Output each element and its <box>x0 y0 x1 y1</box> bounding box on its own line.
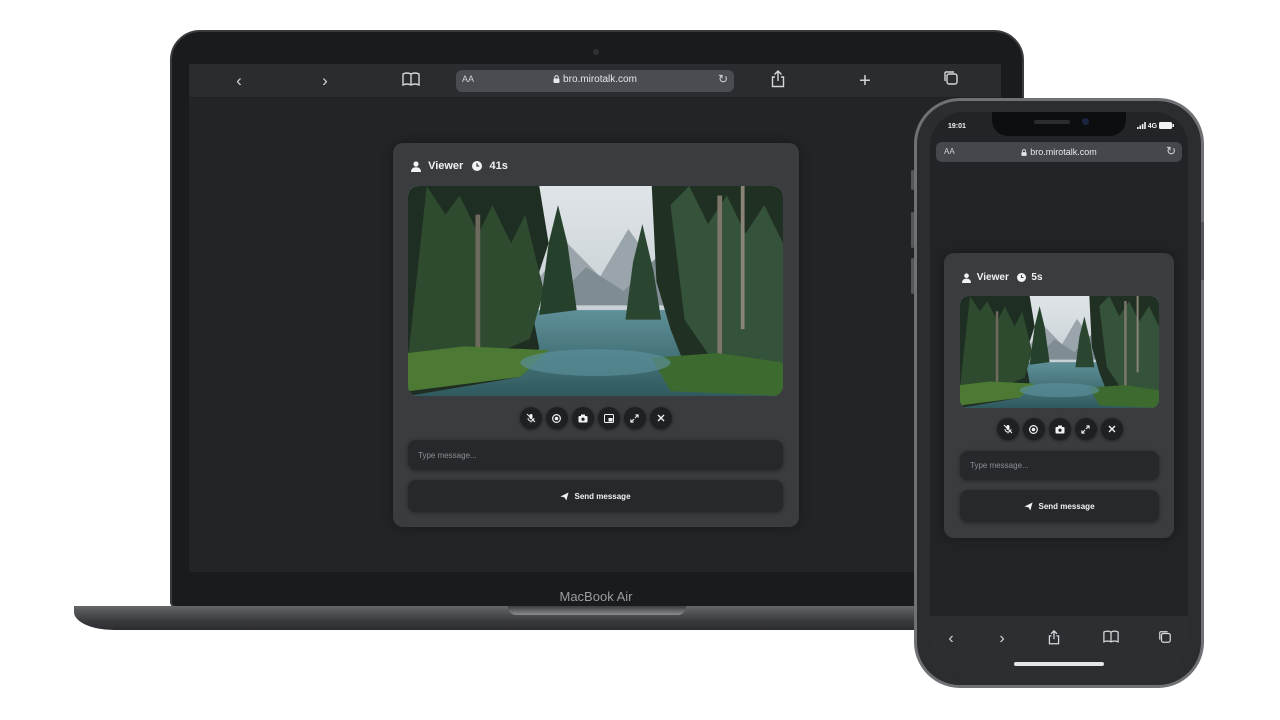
record-icon <box>552 413 561 423</box>
clock-icon <box>1016 273 1026 282</box>
laptop-brand: MacBook Air <box>559 589 633 604</box>
phone-notch <box>992 112 1126 136</box>
status-indicators: 4G <box>1136 122 1174 130</box>
phone-reload-icon[interactable]: ↻ <box>1166 144 1176 158</box>
phone-send-message-button[interactable]: Send message <box>960 490 1159 522</box>
send-icon <box>1024 501 1034 511</box>
lock-icon <box>553 75 560 83</box>
url-label: bro.mirotalk.com <box>563 74 637 85</box>
phone-record-button[interactable] <box>1022 418 1045 440</box>
picture-in-picture-button[interactable] <box>597 407 620 429</box>
expand-icon <box>1081 424 1090 434</box>
snapshot-button[interactable] <box>571 407 594 429</box>
network-label: 4G <box>1147 123 1158 130</box>
phone-bottom-toolbar: ‹ › <box>930 616 1188 674</box>
browser-toolbar: ‹ › AA bro.mirotalk.com ↻ + <box>189 64 1001 98</box>
status-time: 19:01 <box>948 123 966 130</box>
phone-mute-mic-button[interactable] <box>996 418 1019 440</box>
battery-icon <box>1159 122 1174 129</box>
camera-icon <box>578 414 587 422</box>
send-icon <box>560 491 570 501</box>
viewer-card: Viewer 41s Send message <box>393 143 799 527</box>
clock-icon <box>472 161 483 172</box>
phone-front-camera <box>1082 118 1089 125</box>
reload-icon[interactable]: ↻ <box>718 72 728 86</box>
phone-viewer-card: Viewer 5s Send message <box>944 253 1174 538</box>
phone-share-icon[interactable] <box>1042 629 1066 650</box>
phone-url-text: bro.mirotalk.com <box>936 147 1182 157</box>
send-message-button[interactable]: Send message <box>408 480 783 512</box>
url-text: bro.mirotalk.com <box>456 74 734 85</box>
close-icon <box>657 414 664 422</box>
mic-off-icon <box>1003 424 1012 434</box>
phone-video-controls <box>960 418 1159 440</box>
timer-label: 41s <box>489 160 508 173</box>
card-header: Viewer 41s <box>411 160 508 172</box>
phone-volume-up <box>911 212 914 248</box>
user-icon <box>962 272 971 283</box>
phone-fullscreen-button[interactable] <box>1074 418 1097 440</box>
phone-address-bar[interactable]: AA bro.mirotalk.com ↻ <box>936 142 1182 162</box>
signal-icon <box>1136 122 1146 129</box>
phone-bookmarks-icon[interactable] <box>1099 630 1123 648</box>
laptop-camera <box>593 49 599 55</box>
forward-button[interactable]: › <box>311 70 339 92</box>
lock-icon <box>1021 149 1027 156</box>
user-icon <box>411 160 421 172</box>
phone-back-button[interactable]: ‹ <box>939 630 963 648</box>
new-tab-button[interactable]: + <box>851 70 879 92</box>
home-indicator <box>1014 662 1104 666</box>
back-button[interactable]: ‹ <box>225 70 253 92</box>
phone-speaker <box>1034 120 1070 124</box>
phone-send-label: Send message <box>1038 501 1095 511</box>
phone-role-label: Viewer <box>976 272 1009 283</box>
expand-icon <box>630 413 639 423</box>
fullscreen-button[interactable] <box>623 407 646 429</box>
pip-icon <box>603 413 614 423</box>
phone-power-button <box>1201 222 1204 280</box>
phone-snapshot-button[interactable] <box>1048 418 1071 440</box>
close-button[interactable] <box>649 407 672 429</box>
message-input[interactable] <box>408 440 783 470</box>
mute-mic-button[interactable] <box>519 407 542 429</box>
phone-timer-label: 5s <box>1031 272 1043 283</box>
tabs-icon[interactable] <box>937 70 965 92</box>
send-label: Send message <box>574 491 631 501</box>
phone-silent-switch <box>911 170 914 190</box>
phone-message-input[interactable] <box>960 451 1159 480</box>
record-icon <box>1029 424 1038 434</box>
role-label: Viewer <box>428 160 464 173</box>
phone-url-label: bro.mirotalk.com <box>1030 147 1097 157</box>
close-icon <box>1108 425 1115 433</box>
bookmarks-icon[interactable] <box>397 70 425 92</box>
laptop-hinge <box>508 606 686 615</box>
video-controls <box>408 407 783 429</box>
video-stream <box>408 186 783 396</box>
phone-tabs-icon[interactable] <box>1153 630 1177 649</box>
address-bar[interactable]: AA bro.mirotalk.com ↻ <box>456 70 734 92</box>
share-icon[interactable] <box>764 70 792 92</box>
phone-video-stream <box>960 296 1159 408</box>
camera-icon <box>1055 425 1064 433</box>
phone-close-button[interactable] <box>1100 418 1123 440</box>
phone-card-header: Viewer 5s <box>962 272 1043 283</box>
mic-off-icon <box>526 413 535 423</box>
phone-forward-button[interactable]: › <box>990 630 1014 648</box>
record-button[interactable] <box>545 407 568 429</box>
phone-volume-down <box>911 258 914 294</box>
